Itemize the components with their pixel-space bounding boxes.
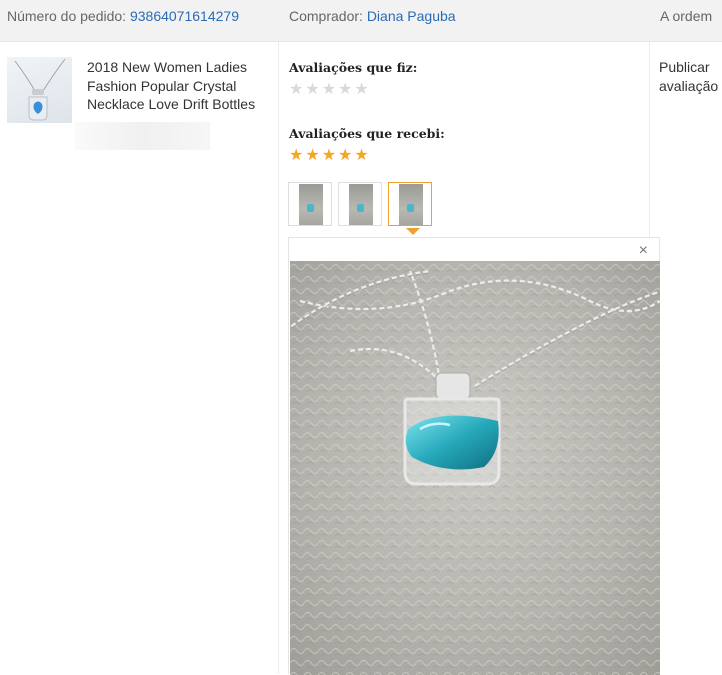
necklace-photo-icon bbox=[290, 261, 660, 675]
star-icon: ★ bbox=[305, 147, 320, 164]
column-divider bbox=[278, 42, 279, 674]
received-reviews-label: Avaliações que recebi: bbox=[289, 126, 445, 141]
star-icon: ★ bbox=[321, 81, 337, 98]
star-icon: ★ bbox=[354, 81, 369, 98]
order-number-link[interactable]: 93864071614279 bbox=[130, 8, 239, 24]
review-photo-thumbnail[interactable] bbox=[288, 182, 332, 226]
product-thumbnail[interactable] bbox=[7, 57, 72, 123]
necklace-photo-icon bbox=[299, 184, 323, 225]
publish-review-line1: Publicar bbox=[659, 59, 710, 75]
necklace-photo-icon bbox=[14, 58, 66, 121]
blurred-product-info bbox=[75, 122, 210, 150]
star-icon: ★ bbox=[338, 81, 353, 98]
received-rating-stars: ★ ★ ★ ★ ★ bbox=[289, 148, 369, 164]
close-icon[interactable]: × bbox=[639, 243, 648, 259]
star-icon: ★ bbox=[338, 147, 353, 164]
buyer-field: Comprador: Diana Paguba bbox=[289, 8, 456, 24]
star-icon: ★ bbox=[289, 81, 304, 98]
order-status-label: A ordem bbox=[660, 8, 713, 24]
photo-viewer: × bbox=[288, 237, 660, 675]
star-icon: ★ bbox=[354, 147, 369, 164]
order-number-label: Número do pedido: bbox=[7, 8, 127, 24]
publish-review-line2: avaliação bbox=[659, 77, 719, 94]
necklace-photo-icon bbox=[349, 184, 373, 225]
star-icon: ★ bbox=[289, 147, 304, 164]
review-photo-thumbnails bbox=[288, 182, 432, 226]
review-photo-thumbnail[interactable] bbox=[388, 182, 432, 226]
selected-thumb-pointer bbox=[406, 228, 420, 235]
publish-review-link[interactable]: Publicar avaliação bbox=[659, 58, 718, 95]
order-number-field: Número do pedido: 93864071614279 bbox=[7, 8, 239, 24]
star-icon: ★ bbox=[305, 81, 320, 98]
order-header-bar: Número do pedido: 93864071614279 Comprad… bbox=[0, 0, 722, 42]
star-icon: ★ bbox=[321, 147, 337, 164]
given-rating-stars: ★ ★ ★ ★ ★ bbox=[289, 82, 369, 98]
buyer-label: Comprador: bbox=[289, 8, 363, 24]
review-photo bbox=[290, 261, 660, 675]
buyer-name-link[interactable]: Diana Paguba bbox=[367, 8, 456, 24]
given-reviews-label: Avaliações que fiz: bbox=[289, 60, 418, 75]
necklace-photo-icon bbox=[399, 184, 423, 225]
review-photo-thumbnail[interactable] bbox=[338, 182, 382, 226]
product-title[interactable]: 2018 New Women Ladies Fashion Popular Cr… bbox=[87, 58, 275, 114]
